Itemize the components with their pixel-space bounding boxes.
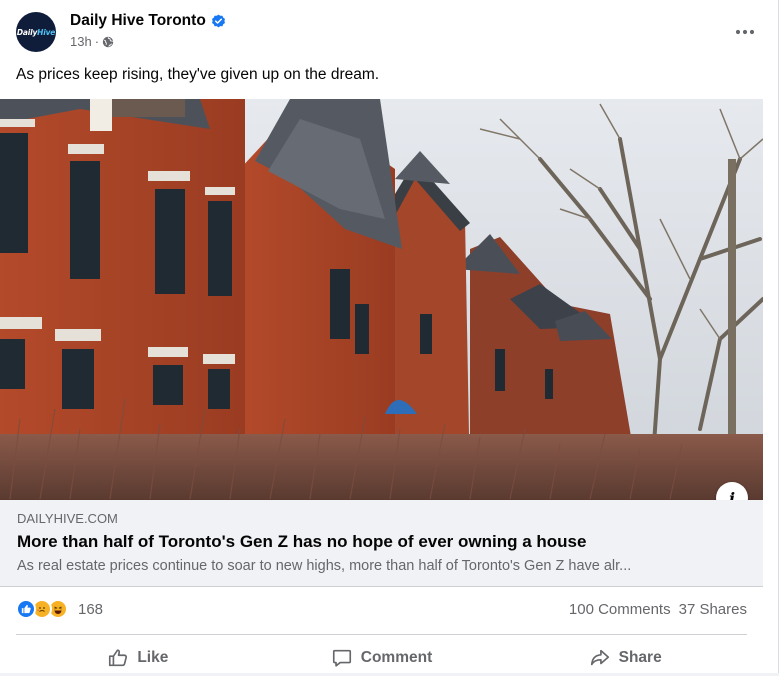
engagement-stats: 168 100 Comments 37 Shares: [16, 596, 747, 624]
post-card: DailyHive Daily Hive Toronto 13h · As pr…: [0, 0, 779, 673]
avatar-logo: DailyHive: [16, 27, 56, 37]
meta-separator: ·: [94, 34, 100, 49]
post-header: DailyHive Daily Hive Toronto 13h ·: [16, 12, 763, 52]
comment-label: Comment: [360, 649, 433, 666]
globe-icon: [102, 36, 114, 47]
comment-bubble-icon: [332, 649, 351, 667]
comment-share-counts: 100 Comments 37 Shares: [569, 601, 747, 618]
reaction-count: 168: [78, 600, 104, 618]
page-name-row: Daily Hive Toronto: [70, 12, 226, 30]
actions-divider: [16, 634, 747, 635]
like-reaction-icon: [16, 599, 36, 619]
post-meta: 13h ·: [70, 34, 114, 49]
share-arrow-icon: [590, 649, 609, 666]
link-domain: DAILYHIVE.COM: [17, 511, 118, 526]
reactions-summary[interactable]: 168: [16, 599, 103, 619]
link-description: As real estate prices continue to soar t…: [17, 558, 632, 574]
comments-count[interactable]: 100 Comments: [569, 601, 671, 618]
post-caption: As prices keep rising, they've given up …: [16, 66, 380, 83]
link-preview[interactable]: DAILYHIVE.COM More than half of Toronto'…: [0, 500, 763, 587]
shares-count[interactable]: 37 Shares: [679, 601, 747, 618]
like-button[interactable]: Like: [16, 640, 260, 676]
page-name[interactable]: Daily Hive Toronto: [70, 12, 206, 30]
more-options-button[interactable]: [727, 14, 763, 50]
comment-button[interactable]: Comment: [260, 640, 504, 676]
action-bar: Like Comment Share: [16, 640, 747, 676]
verified-badge-icon: [211, 14, 225, 27]
like-label: Like: [137, 649, 169, 666]
link-headline[interactable]: More than half of Toronto's Gen Z has no…: [17, 532, 586, 552]
more-options-icon: [735, 29, 755, 35]
post-timestamp[interactable]: 13h: [70, 34, 92, 49]
thumbs-up-icon: [109, 649, 128, 667]
page-avatar[interactable]: DailyHive: [16, 12, 56, 52]
share-button[interactable]: Share: [503, 640, 747, 676]
houses-photo: [0, 99, 763, 500]
link-preview-image[interactable]: [0, 99, 763, 500]
share-label: Share: [618, 649, 662, 666]
